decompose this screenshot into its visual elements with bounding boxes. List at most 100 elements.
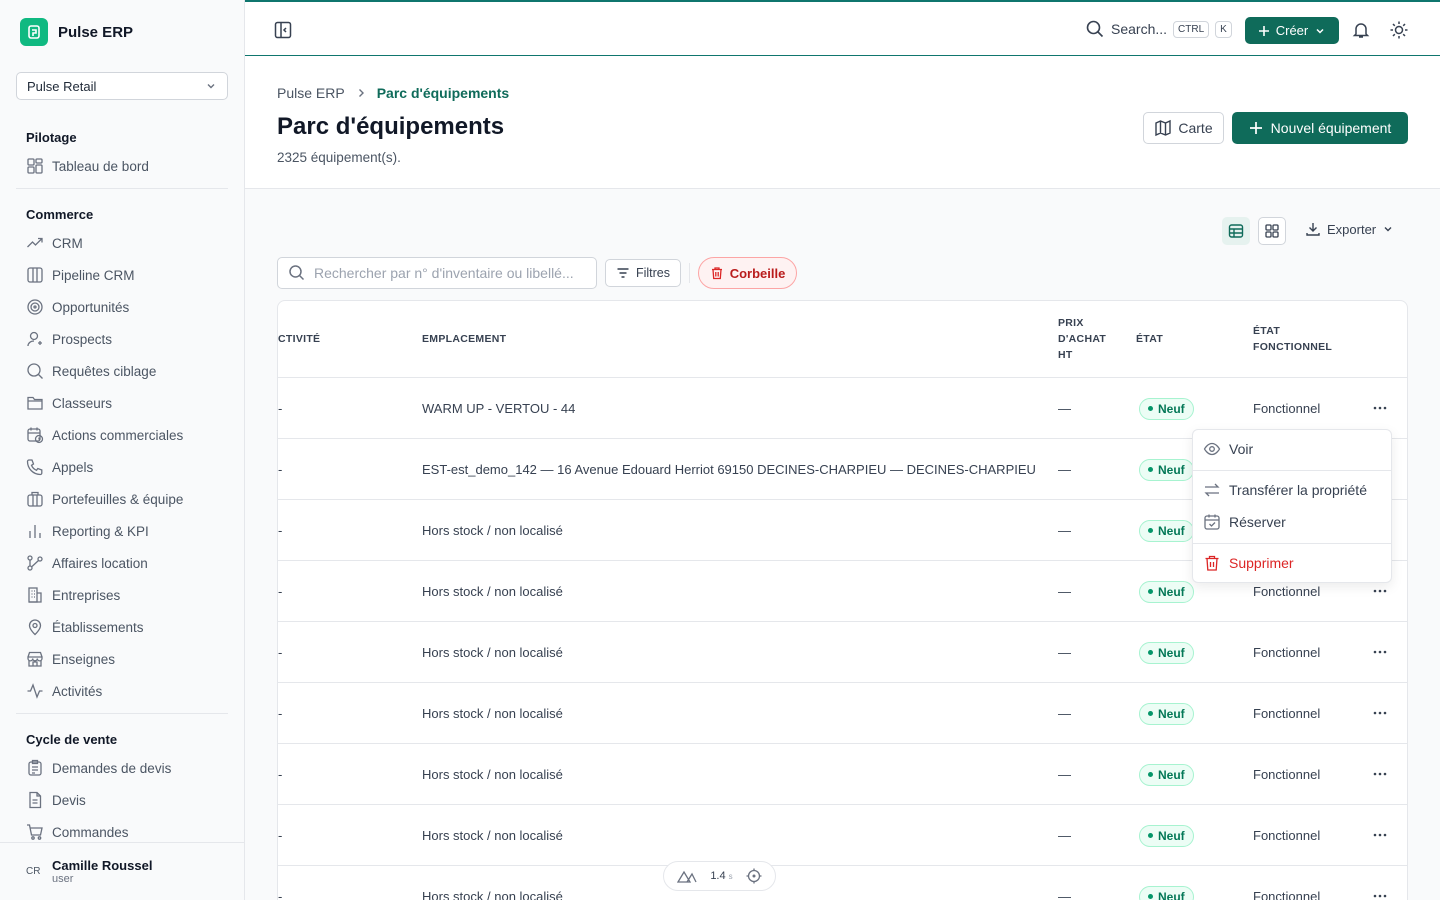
sidebar-item[interactable]: Requêtes ciblage xyxy=(16,355,228,387)
notifications-bell-icon[interactable] xyxy=(1351,20,1371,43)
plus-icon xyxy=(1258,25,1269,36)
company-selector[interactable]: Pulse Retail xyxy=(16,72,228,100)
cell-functional: Fonctionnel xyxy=(1253,767,1321,782)
row-more-actions-icon[interactable] xyxy=(1370,886,1390,900)
create-button[interactable]: Créer xyxy=(1245,17,1339,44)
sidebar-item[interactable]: Prospects xyxy=(16,323,228,355)
sidebar-item[interactable]: Classeurs xyxy=(16,387,228,419)
status-badge: Neuf xyxy=(1139,397,1194,420)
table-view-button[interactable] xyxy=(1222,217,1250,245)
global-search[interactable]: Search... CTRL K xyxy=(1085,19,1232,39)
status-dot xyxy=(1148,711,1153,716)
menu-item-view[interactable]: Voir xyxy=(1203,440,1253,458)
sidebar-item-label: CRM xyxy=(52,235,83,251)
map-button[interactable]: Carte xyxy=(1143,112,1224,144)
toolbar-divider xyxy=(689,263,690,283)
trash-button-label: Corbeille xyxy=(729,265,786,281)
table-row[interactable]: - Hors stock / non localisé — Neuf Fonctionn… xyxy=(278,866,1407,900)
filters-button[interactable]: Filtres xyxy=(605,259,681,287)
grid-view-button[interactable] xyxy=(1258,217,1286,245)
sidebar-item[interactable]: Établissements xyxy=(16,611,228,643)
status-badge-label: Neuf xyxy=(1158,462,1185,477)
col-functional[interactable]: ÉTAT FONCTIONNEL xyxy=(1253,323,1332,355)
equipment-table: CTIVITÉ EMPLACEMENT PRIX D'ACHAT HT ÉTAT… xyxy=(277,300,1408,900)
cell-activity: - xyxy=(278,645,283,660)
sidebar-section-title: Commerce xyxy=(26,206,94,222)
table-search-placeholder: Rechercher par n° d'inventaire ou libell… xyxy=(314,265,574,281)
table-search-input[interactable]: Rechercher par n° d'inventaire ou libell… xyxy=(277,257,597,289)
app-root: Pulse ERP Pulse Retail Pilotage Tableau d… xyxy=(0,0,1440,900)
file-icon xyxy=(29,791,42,809)
menu-item-delete[interactable]: Supprimer xyxy=(1203,554,1294,572)
table-row[interactable]: - Hors stock / non localisé — Neuf Fonctionn… xyxy=(278,805,1407,866)
new-equipment-button[interactable]: Nouvel équipement xyxy=(1232,112,1408,144)
row-more-actions-icon[interactable] xyxy=(1370,764,1390,784)
sidebar-toggle-icon[interactable] xyxy=(273,20,293,43)
table-row[interactable]: - Hors stock / non localisé — Neuf Fonctionn… xyxy=(278,744,1407,805)
cell-state: Neuf xyxy=(1139,683,1194,744)
sidebar-item[interactable]: CRM xyxy=(16,227,228,259)
nuxt-logo-icon[interactable] xyxy=(676,869,697,883)
sidebar-item-label: Établissements xyxy=(52,619,144,635)
sidebar-item[interactable]: Devis xyxy=(16,784,228,816)
status-badge-label: Neuf xyxy=(1158,401,1185,416)
sidebar-item[interactable]: Activités xyxy=(16,675,228,707)
page-subtitle: 2325 équipement(s). xyxy=(277,150,401,165)
trash-button[interactable]: Corbeille xyxy=(698,257,797,289)
sidebar-item[interactable]: Entreprises xyxy=(16,579,228,611)
breadcrumb-current: Parc d'équipements xyxy=(376,85,510,101)
sidebar-item[interactable]: Actions commerciales xyxy=(16,419,228,451)
cell-activity: - xyxy=(278,401,283,416)
sidebar-item[interactable]: Tableau de bord xyxy=(16,150,228,182)
table-row[interactable]: - Hors stock / non localisé — Neuf Fonctionn… xyxy=(278,683,1407,744)
col-price-line2: D'ACHAT xyxy=(1058,333,1107,345)
col-state[interactable]: ÉTAT xyxy=(1136,331,1163,347)
cell-activity: - xyxy=(278,767,283,782)
row-more-actions-icon[interactable] xyxy=(1370,398,1390,418)
sidebar-item-label: Activités xyxy=(52,683,103,699)
sidebar-item-label: Commandes xyxy=(52,824,129,840)
sidebar-item[interactable]: Affaires location xyxy=(16,547,228,579)
status-badge: Neuf xyxy=(1139,519,1194,542)
table-row[interactable]: - Hors stock / non localisé — Neuf Fonctionn… xyxy=(278,622,1407,683)
cell-price: — xyxy=(1058,828,1071,843)
search-icon xyxy=(27,363,43,379)
col-activity[interactable]: CTIVITÉ xyxy=(278,331,320,347)
user-profile[interactable]: CR Camille Roussel user xyxy=(0,842,244,900)
crosshair-icon[interactable] xyxy=(746,868,762,884)
clipboard-icon xyxy=(28,759,42,776)
brand[interactable]: Pulse ERP xyxy=(20,18,133,46)
eye-icon xyxy=(1203,442,1221,456)
cell-activity: - xyxy=(278,889,283,900)
theme-toggle-sun-icon[interactable] xyxy=(1389,20,1409,43)
sidebar-item-label: Tableau de bord xyxy=(52,158,149,174)
sidebar-item[interactable]: Portefeuilles & équipe xyxy=(16,483,228,515)
sidebar-item[interactable]: Appels xyxy=(16,451,228,483)
sidebar-item[interactable]: Reporting & KPI xyxy=(16,515,228,547)
sidebar-item[interactable]: Pipeline CRM xyxy=(16,259,228,291)
sidebar-item[interactable]: Demandes de devis xyxy=(16,752,228,784)
devtools-timing-value: 1.4 xyxy=(710,870,726,882)
cell-activity: - xyxy=(278,523,283,538)
row-more-actions-icon[interactable] xyxy=(1370,825,1390,845)
cell-activity: - xyxy=(278,462,283,477)
menu-item-transfer[interactable]: Transférer la propriété xyxy=(1203,481,1367,499)
cell-price: — xyxy=(1058,584,1071,599)
row-more-actions-icon[interactable] xyxy=(1370,581,1390,601)
export-button[interactable]: Exporter xyxy=(1305,221,1394,237)
trend-icon xyxy=(27,237,43,248)
menu-item-delete-label: Supprimer xyxy=(1229,555,1294,571)
avatar: CR xyxy=(26,866,41,877)
row-more-actions-icon[interactable] xyxy=(1370,703,1390,723)
col-location[interactable]: EMPLACEMENT xyxy=(422,331,506,347)
devtools-timing-unit: s xyxy=(728,872,733,881)
grid-icon xyxy=(1265,224,1279,238)
cell-location: WARM UP - VERTOU - 44 xyxy=(422,401,576,416)
col-price[interactable]: PRIX D'ACHAT HT xyxy=(1058,315,1106,363)
breadcrumb-root[interactable]: Pulse ERP xyxy=(277,85,345,101)
row-more-actions-icon[interactable] xyxy=(1370,642,1390,662)
sidebar-item[interactable]: Opportunités xyxy=(16,291,228,323)
sidebar-item[interactable]: Enseignes xyxy=(16,643,228,675)
chevron-down-icon xyxy=(1316,28,1324,34)
menu-item-reserve[interactable]: Réserver xyxy=(1203,513,1286,531)
